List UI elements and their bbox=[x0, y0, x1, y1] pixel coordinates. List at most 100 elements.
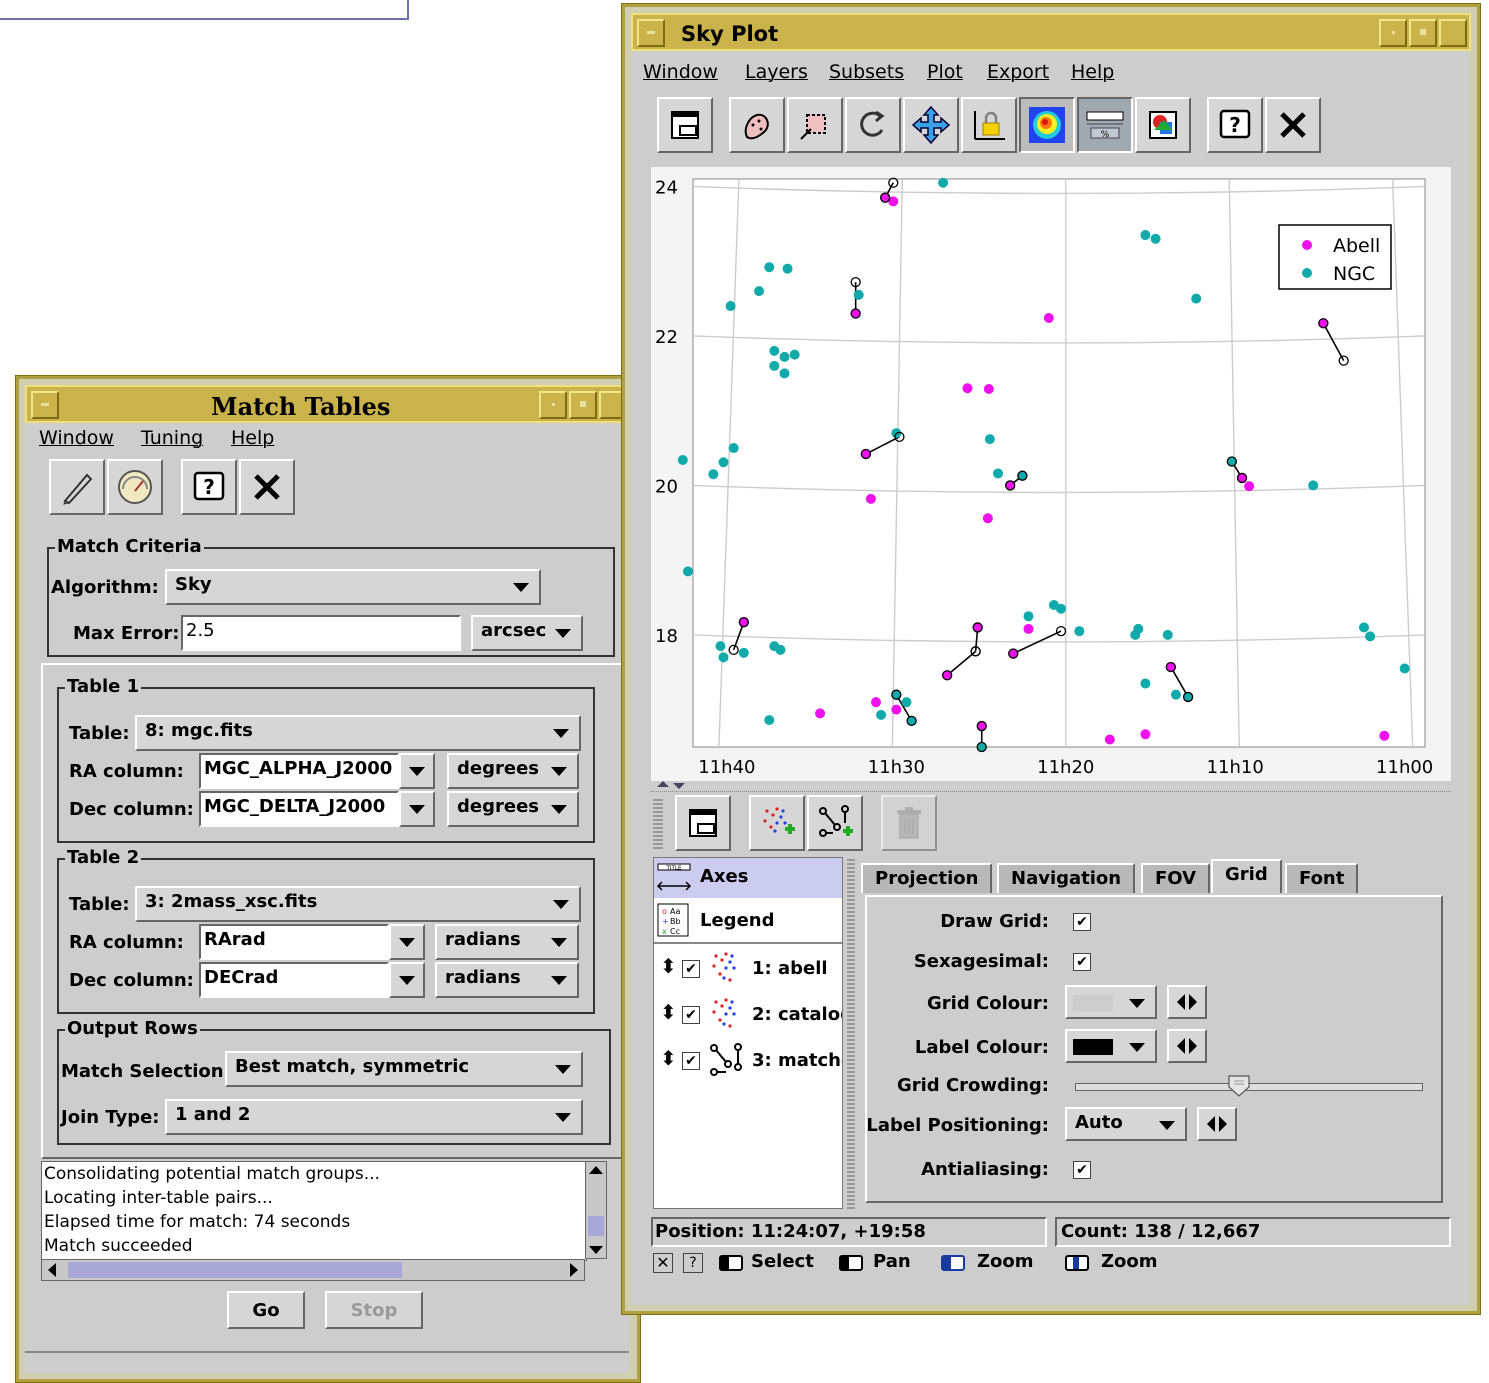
label-positioning-prev-next[interactable] bbox=[1197, 1107, 1237, 1141]
grid-colour-prev-next[interactable] bbox=[1167, 985, 1207, 1019]
tab-font[interactable]: Font bbox=[1285, 863, 1359, 893]
close-frame-button[interactable] bbox=[1439, 19, 1467, 47]
table1-ra-unit-select[interactable]: degrees bbox=[447, 753, 579, 789]
scroll-down-arrow-icon[interactable] bbox=[589, 1246, 603, 1254]
table1-ra-input[interactable]: MGC_ALPHA_J2000 bbox=[199, 753, 399, 789]
delete-layer-button[interactable] bbox=[881, 795, 937, 851]
table1-dec-input[interactable]: MGC_DELTA_J2000 bbox=[199, 791, 399, 827]
table1-dec-unit-select[interactable]: degrees bbox=[447, 791, 579, 827]
menu-subsets[interactable]: Subsets bbox=[829, 61, 904, 83]
layer-item-catalog[interactable]: ⬍ ✔ 2: catalog bbox=[654, 992, 842, 1036]
menu-tuning[interactable]: Tuning bbox=[141, 427, 203, 449]
tab-fov[interactable]: FOV bbox=[1141, 863, 1211, 893]
maximize-button[interactable] bbox=[569, 391, 597, 419]
table1-dec-dropdown[interactable] bbox=[399, 791, 435, 827]
help-button[interactable]: ? bbox=[1207, 97, 1263, 153]
sexagesimal-checkbox[interactable]: ✔ bbox=[1073, 953, 1091, 971]
table1-ra-dropdown[interactable] bbox=[399, 753, 435, 789]
label-positioning-select[interactable]: Auto bbox=[1065, 1107, 1187, 1141]
table2-ra-dropdown[interactable] bbox=[389, 924, 425, 960]
minimize-button[interactable] bbox=[539, 391, 567, 419]
drag-handle-icon[interactable]: ⬍ bbox=[660, 1046, 677, 1070]
add-pair-layer-button[interactable] bbox=[807, 795, 863, 851]
grid-crowding-slider-thumb[interactable] bbox=[1227, 1075, 1250, 1097]
log-vscrollbar[interactable] bbox=[585, 1161, 607, 1259]
drag-handle-icon[interactable]: ⬍ bbox=[660, 954, 677, 978]
layer-item-axes[interactable]: TITLE Axes bbox=[654, 858, 842, 898]
scroll-up-arrow-icon[interactable] bbox=[589, 1166, 603, 1174]
max-error-input[interactable]: 2.5 bbox=[181, 615, 461, 651]
arrow-right-icon[interactable] bbox=[1219, 1116, 1227, 1132]
scroll-left-arrow-icon[interactable] bbox=[48, 1263, 56, 1277]
label-colour-select[interactable] bbox=[1065, 1029, 1157, 1063]
match-titlebar[interactable]: Match Tables bbox=[25, 385, 631, 423]
log-hscrollbar[interactable] bbox=[41, 1259, 585, 1281]
sketch-button[interactable]: % bbox=[1077, 97, 1133, 153]
subset-draw-button[interactable] bbox=[729, 97, 785, 153]
log-area[interactable]: Consolidating potential match groups... … bbox=[41, 1161, 587, 1261]
replot-button[interactable] bbox=[845, 97, 901, 153]
axis-lock-button[interactable] bbox=[961, 97, 1017, 153]
menu-help[interactable]: Help bbox=[231, 427, 274, 449]
stop-button[interactable]: Stop bbox=[325, 1291, 423, 1329]
plot-window-button[interactable] bbox=[675, 795, 731, 851]
menu-plot[interactable]: Plot bbox=[927, 61, 963, 83]
menu-window[interactable]: Window bbox=[39, 427, 114, 449]
density-button[interactable] bbox=[1019, 97, 1075, 153]
layer-list[interactable]: TITLE Axes o Aa + Bb x Cc Legend ⬍ ✔ 1: abell… bbox=[653, 857, 843, 1209]
layer-toolbar-grip[interactable] bbox=[653, 797, 663, 849]
match-params-button[interactable] bbox=[49, 459, 105, 515]
scroll-right-arrow-icon[interactable] bbox=[570, 1263, 578, 1277]
table1-select[interactable]: 8: mgc.fits bbox=[135, 715, 581, 751]
table2-dec-input[interactable]: DECrad bbox=[199, 962, 389, 998]
label-colour-prev-next[interactable] bbox=[1167, 1029, 1207, 1063]
export-button[interactable] bbox=[1135, 97, 1191, 153]
grid-colour-select[interactable] bbox=[1065, 985, 1157, 1019]
close-button[interactable] bbox=[239, 459, 295, 515]
table2-ra-unit-select[interactable]: radians bbox=[435, 924, 579, 960]
tuning-gauge-button[interactable] bbox=[107, 459, 163, 515]
menu-window[interactable]: Window bbox=[643, 61, 718, 83]
algorithm-select[interactable]: Sky bbox=[165, 569, 541, 605]
window-menu-button[interactable] bbox=[637, 19, 665, 47]
menu-layers[interactable]: Layers bbox=[745, 61, 808, 83]
layer-item-matches[interactable]: ⬍ ✔ 3: matches bbox=[654, 1038, 842, 1082]
layer-item-legend[interactable]: o Aa + Bb x Cc Legend bbox=[654, 900, 842, 940]
table2-ra-input[interactable]: RArad bbox=[199, 924, 389, 960]
collapse-up-icon[interactable] bbox=[657, 781, 669, 787]
navigate-button[interactable] bbox=[903, 97, 959, 153]
go-button[interactable]: Go bbox=[227, 1291, 305, 1329]
layer-panel-grip[interactable] bbox=[847, 857, 855, 1209]
menu-help[interactable]: Help bbox=[1071, 61, 1114, 83]
table2-dec-unit-select[interactable]: radians bbox=[435, 962, 579, 998]
drag-handle-icon[interactable]: ⬍ bbox=[660, 1000, 677, 1024]
antialiasing-checkbox[interactable]: ✔ bbox=[1073, 1161, 1091, 1179]
plot-panel[interactable]: 24 22 20 18 11h40 11h30 11h20 11h10 11h00 Abell NG… bbox=[651, 167, 1451, 781]
join-type-select[interactable]: 1 and 2 bbox=[165, 1099, 583, 1135]
layer-visible-checkbox[interactable]: ✔ bbox=[682, 1052, 700, 1070]
close-button[interactable] bbox=[1265, 97, 1321, 153]
scroll-thumb[interactable] bbox=[588, 1216, 604, 1236]
menu-export[interactable]: Export bbox=[987, 61, 1049, 83]
arrow-right-icon[interactable] bbox=[1189, 994, 1197, 1010]
window-menu-button[interactable] bbox=[31, 391, 59, 419]
maximize-button[interactable] bbox=[1409, 19, 1437, 47]
help-button[interactable]: ? bbox=[181, 459, 237, 515]
layer-visible-checkbox[interactable]: ✔ bbox=[682, 1006, 700, 1024]
sky-plot-chart[interactable]: 24 22 20 18 11h40 11h30 11h20 11h10 11h00 Abell NG… bbox=[651, 167, 1451, 781]
tab-grid[interactable]: Grid bbox=[1211, 859, 1282, 893]
help-status-icon[interactable]: ? bbox=[683, 1253, 703, 1273]
table2-dec-dropdown[interactable] bbox=[389, 962, 425, 998]
draw-grid-checkbox[interactable]: ✔ bbox=[1073, 913, 1091, 931]
tab-projection[interactable]: Projection bbox=[861, 863, 993, 893]
minimize-button[interactable] bbox=[1379, 19, 1407, 47]
match-selection-select[interactable]: Best match, symmetric bbox=[225, 1051, 583, 1087]
panel-splitter[interactable] bbox=[651, 781, 1451, 792]
layer-item-abell[interactable]: ⬍ ✔ 1: abell bbox=[654, 946, 842, 990]
sky-titlebar[interactable]: Sky Plot bbox=[631, 13, 1471, 51]
collapse-down-icon[interactable] bbox=[673, 783, 685, 789]
plot-window-button[interactable] bbox=[657, 97, 713, 153]
arrow-right-icon[interactable] bbox=[1189, 1038, 1197, 1054]
layer-visible-checkbox[interactable]: ✔ bbox=[682, 960, 700, 978]
tab-navigation[interactable]: Navigation bbox=[997, 863, 1136, 893]
